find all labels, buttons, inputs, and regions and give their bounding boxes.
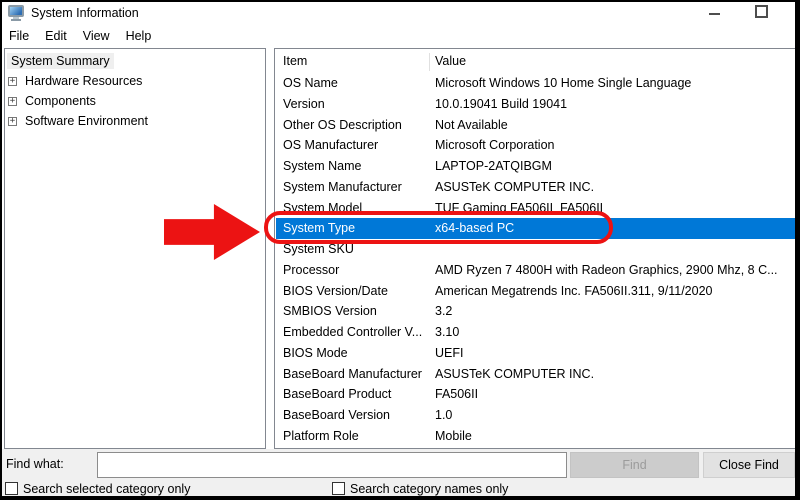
row-value-cell: 10.0.19041 Build 19041 bbox=[435, 97, 567, 111]
search-category-names-checkbox-group: Search category names only bbox=[332, 481, 508, 497]
row-value-cell: UEFI bbox=[435, 346, 463, 360]
row-value-cell: Microsoft Windows 10 Home Single Languag… bbox=[435, 76, 691, 90]
expand-icon[interactable]: + bbox=[8, 97, 17, 106]
maximize-icon bbox=[755, 5, 768, 18]
row-value-cell: Microsoft Corporation bbox=[435, 138, 555, 152]
checkbox-search-selected-category-only[interactable] bbox=[5, 482, 18, 495]
table-row[interactable]: BaseBoard Product FA506II bbox=[276, 384, 797, 405]
expand-icon[interactable]: + bbox=[8, 77, 17, 86]
row-item-cell: Other OS Description bbox=[283, 118, 402, 132]
column-header-value: Value bbox=[435, 54, 466, 68]
row-value-cell: Not Available bbox=[435, 118, 508, 132]
row-item-cell: Version bbox=[283, 97, 325, 111]
find-bar: Find what: Find Close Find Search select… bbox=[2, 449, 795, 498]
find-input[interactable] bbox=[97, 452, 567, 478]
row-item-cell: BaseBoard Product bbox=[283, 387, 391, 401]
sidebar-item-label: System Summary bbox=[7, 53, 114, 69]
table-row[interactable]: Version 10.0.19041 Build 19041 bbox=[276, 94, 797, 115]
row-item-cell: System Name bbox=[283, 159, 362, 173]
table-row[interactable]: BIOS Version/Date American Megatrends Inc… bbox=[276, 281, 797, 302]
row-item-cell: BaseBoard Manufacturer bbox=[283, 367, 422, 381]
menu-item-view[interactable]: View bbox=[75, 26, 118, 48]
table-row[interactable]: SMBIOS Version 3.2 bbox=[276, 301, 797, 322]
sidebar-item-hardware-resources[interactable]: + Hardware Resources bbox=[7, 73, 146, 91]
window-title: System Information bbox=[31, 6, 139, 20]
menu-item-edit[interactable]: Edit bbox=[37, 26, 75, 48]
table-row[interactable]: Processor AMD Ryzen 7 4800H with Radeon G… bbox=[276, 260, 797, 281]
table-row[interactable]: Platform Role Mobile bbox=[276, 426, 797, 447]
row-value-cell: American Megatrends Inc. FA506II.311, 9/… bbox=[435, 284, 712, 298]
row-item-cell: BaseBoard Version bbox=[283, 408, 390, 422]
row-value-cell: 3.10 bbox=[435, 325, 459, 339]
sidebar-item-system-summary[interactable]: System Summary bbox=[7, 53, 114, 71]
find-what-label: Find what: bbox=[6, 457, 64, 471]
row-value-cell: LAPTOP-2ATQIBGM bbox=[435, 159, 552, 173]
checkbox-search-category-names-only[interactable] bbox=[332, 482, 345, 495]
menu-item-help[interactable]: Help bbox=[118, 26, 160, 48]
row-value-cell: FA506II bbox=[435, 387, 478, 401]
row-item-cell: BIOS Version/Date bbox=[283, 284, 388, 298]
row-item-cell: Platform Role bbox=[283, 429, 359, 443]
find-button[interactable]: Find bbox=[570, 452, 699, 478]
table-row[interactable]: Embedded Controller V... 3.10 bbox=[276, 322, 797, 343]
column-header-item: Item bbox=[283, 54, 307, 68]
maximize-button[interactable] bbox=[742, 2, 776, 26]
row-value-cell: ASUSTeK COMPUTER INC. bbox=[435, 180, 594, 194]
expand-icon[interactable]: + bbox=[8, 117, 17, 126]
close-find-button[interactable]: Close Find bbox=[703, 452, 795, 478]
system-information-window: System Information FileEditViewHelp Syst… bbox=[0, 0, 800, 500]
search-selected-category-checkbox-group: Search selected category only bbox=[5, 481, 190, 497]
row-value-cell: AMD Ryzen 7 4800H with Radeon Graphics, … bbox=[435, 263, 778, 277]
minimize-button[interactable] bbox=[698, 2, 732, 26]
row-item-cell: System Manufacturer bbox=[283, 180, 402, 194]
title-bar: System Information bbox=[2, 2, 795, 26]
row-value-cell: 3.2 bbox=[435, 304, 452, 318]
table-row[interactable]: System Manufacturer ASUSTeK COMPUTER INC. bbox=[276, 177, 797, 198]
row-item-cell: System SKU bbox=[283, 242, 354, 256]
column-divider[interactable] bbox=[429, 53, 430, 71]
system-information-app-icon bbox=[8, 5, 25, 22]
table-row[interactable]: OS Manufacturer Microsoft Corporation bbox=[276, 135, 797, 156]
table-row[interactable]: OS Name Microsoft Windows 10 Home Single … bbox=[276, 73, 797, 94]
row-item-cell: OS Manufacturer bbox=[283, 138, 378, 152]
sidebar-item-label: Components bbox=[21, 93, 100, 109]
sidebar-item-label: Software Environment bbox=[21, 113, 152, 129]
table-row[interactable]: System Name LAPTOP-2ATQIBGM bbox=[276, 156, 797, 177]
row-item-cell: Processor bbox=[283, 263, 339, 277]
checkbox-label: Search selected category only bbox=[23, 482, 190, 496]
details-list: Item Value OS Name Microsoft Windows 10 H… bbox=[274, 48, 797, 449]
sidebar-item-software-environment[interactable]: + Software Environment bbox=[7, 113, 152, 131]
sidebar-item-label: Hardware Resources bbox=[21, 73, 146, 89]
row-item-cell: BIOS Mode bbox=[283, 346, 348, 360]
red-circle-annotation bbox=[264, 211, 613, 244]
menu-item-file[interactable]: File bbox=[2, 26, 37, 48]
table-row[interactable]: BaseBoard Version 1.0 bbox=[276, 405, 797, 426]
row-value-cell: ASUSTeK COMPUTER INC. bbox=[435, 367, 594, 381]
menu-bar: FileEditViewHelp bbox=[2, 26, 795, 48]
row-value-cell: 1.0 bbox=[435, 408, 452, 422]
sidebar-item-components[interactable]: + Components bbox=[7, 93, 100, 111]
row-item-cell: OS Name bbox=[283, 76, 338, 90]
minimize-icon bbox=[709, 13, 720, 15]
checkbox-label: Search category names only bbox=[350, 482, 508, 496]
table-row[interactable]: Other OS Description Not Available bbox=[276, 115, 797, 136]
row-value-cell: Mobile bbox=[435, 429, 472, 443]
table-row[interactable]: BIOS Mode UEFI bbox=[276, 343, 797, 364]
row-item-cell: SMBIOS Version bbox=[283, 304, 377, 318]
row-item-cell: Embedded Controller V... bbox=[283, 325, 422, 339]
list-header: Item Value bbox=[275, 51, 796, 72]
table-row[interactable]: BaseBoard Manufacturer ASUSTeK COMPUTER I… bbox=[276, 364, 797, 385]
